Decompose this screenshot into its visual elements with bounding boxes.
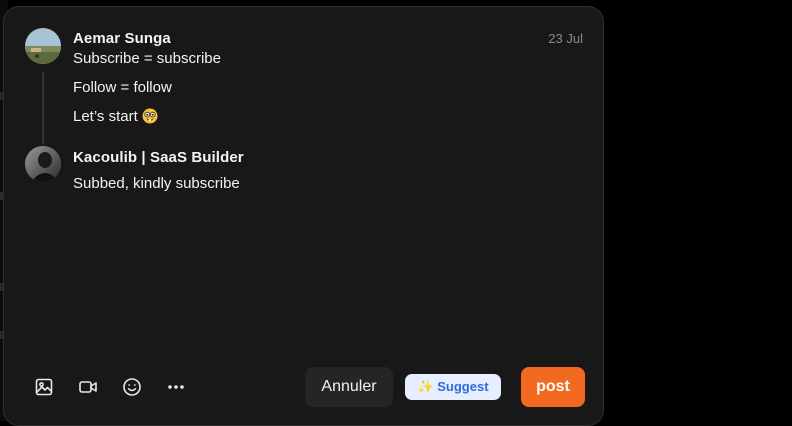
post-line-2: Follow = follow xyxy=(73,79,172,96)
more-icon[interactable] xyxy=(165,376,187,398)
image-icon[interactable] xyxy=(33,376,55,398)
suggest-button[interactable]: ✨ Suggest xyxy=(405,374,501,400)
avatar-aemar-sunga[interactable] xyxy=(25,28,61,64)
avatar-kacoulib[interactable] xyxy=(25,146,61,182)
author-name: Aemar Sunga xyxy=(73,30,171,47)
thread-line xyxy=(42,72,44,144)
reply-modal: 23 Jul Aemar Sunga Subscribe = subscribe… xyxy=(3,6,604,426)
video-icon[interactable] xyxy=(77,376,99,398)
cancel-button[interactable]: Annuler xyxy=(305,367,393,407)
reply-text: Subbed, kindly subscribe xyxy=(73,175,240,192)
nerd-face-emoji-icon xyxy=(142,108,158,124)
post-date: 23 Jul xyxy=(548,31,583,46)
reply-author-name: Kacoulib | SaaS Builder xyxy=(73,149,244,166)
emoji-icon[interactable] xyxy=(121,376,143,398)
post-line-1: Subscribe = subscribe xyxy=(73,50,221,67)
post-line-3-text: Let’s start xyxy=(73,108,138,125)
post-line-3: Let’s start xyxy=(73,108,158,125)
post-button[interactable]: post xyxy=(521,367,585,407)
